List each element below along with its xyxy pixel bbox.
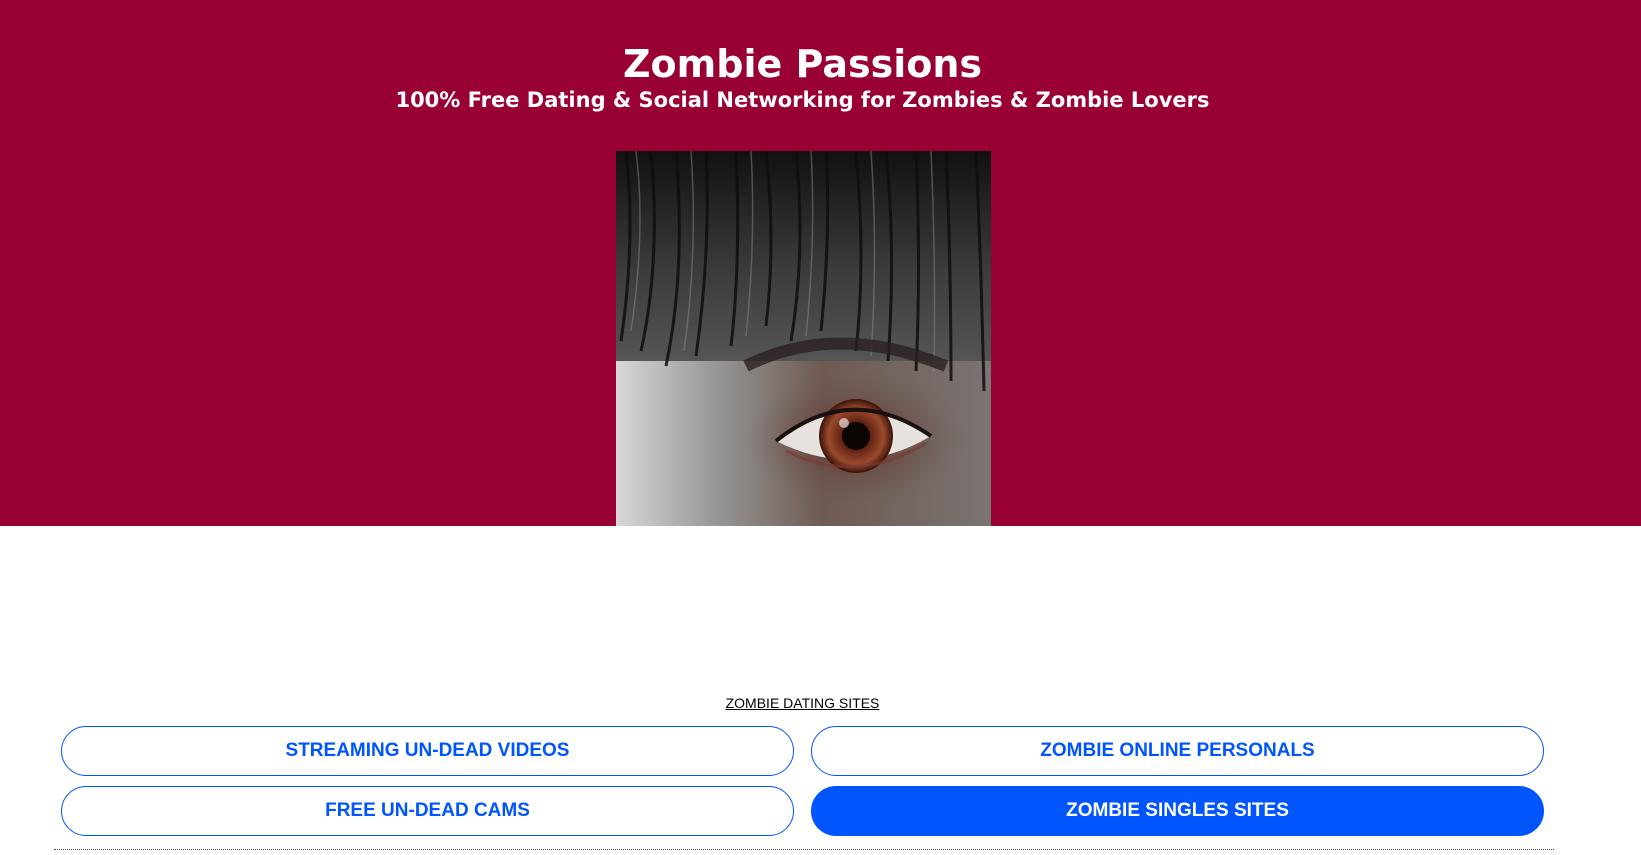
footer-divider bbox=[54, 849, 1554, 850]
streaming-undead-videos-button[interactable]: STREAMING UN-DEAD VIDEOS bbox=[61, 726, 794, 776]
zombie-singles-sites-button[interactable]: ZOMBIE SINGLES SITES bbox=[811, 786, 1544, 836]
site-tagline: 100% Free Dating & Social Networking for… bbox=[395, 88, 1210, 112]
zombie-dating-sites-link[interactable]: ZOMBIE DATING SITES bbox=[0, 694, 1605, 712]
free-undead-cams-button[interactable]: FREE UN-DEAD CAMS bbox=[61, 786, 794, 836]
site-title: Zombie Passions bbox=[623, 42, 982, 86]
page: Zombie Passions 100% Free Dating & Socia… bbox=[0, 0, 1641, 855]
zombie-online-personals-button[interactable]: ZOMBIE ONLINE PERSONALS bbox=[811, 726, 1544, 776]
zombie-eye-image bbox=[616, 151, 991, 526]
hero-banner: Zombie Passions 100% Free Dating & Socia… bbox=[0, 0, 1641, 526]
